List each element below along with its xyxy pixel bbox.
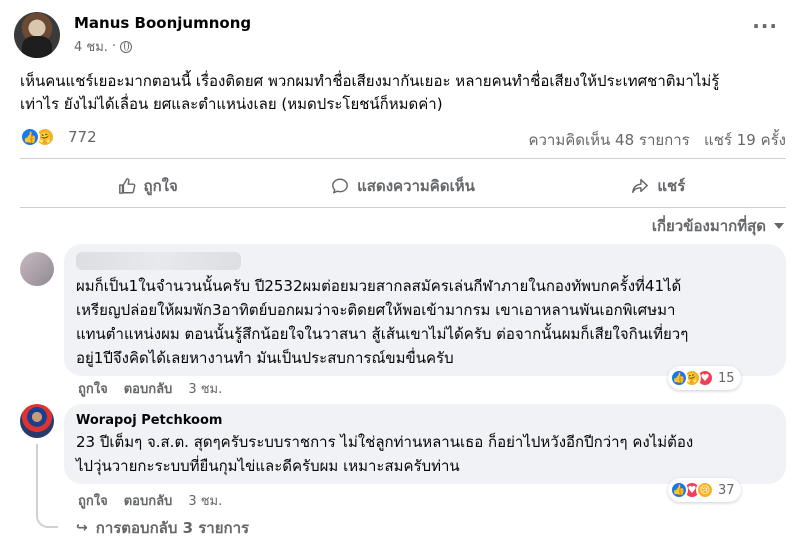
comment-sort-dropdown[interactable]: เกี่ยวข้องมากที่สุด [652,214,784,238]
share-button[interactable]: แชร์ [531,169,786,203]
comment-like-link[interactable]: ถูกใจ [78,490,108,511]
author-name[interactable]: Manus Boonjumnong [74,14,251,32]
commenter-name[interactable]: Worapoj Petchkoom [76,412,774,430]
author-avatar[interactable] [14,12,60,58]
commenter-avatar[interactable] [20,252,54,286]
comment-reaction-summary[interactable]: 👍 🤗 ♥ 15 [668,366,741,390]
comment-time[interactable]: 3 ชม. [188,378,222,399]
post-time[interactable]: 4 ชม. [74,36,108,57]
like-icon [118,178,135,194]
comment-reaction-summary[interactable]: 👍 ♥ 😢 37 [668,478,741,502]
reaction-icons[interactable]: 👍 🤗 [20,127,55,147]
comment-text-line: อยู่1ปีจึงคิดได้เลยหางานทำ มันเป็นประสบก… [76,349,454,367]
reaction-count[interactable]: 772 [68,128,97,146]
comment-text-line: แทนตำแหน่งผม ตอนนั้นรู้สึกน้อยใจในวาสนา … [76,325,689,343]
comments-shares: ความคิดเห็น 48 รายการ แชร์ 19 ครั้ง [528,128,786,152]
caret-down-icon [774,223,784,229]
view-replies-link[interactable]: ↪ การตอบกลับ 3 รายการ [76,516,249,538]
post-stats: 👍 🤗 772 ความคิดเห็น 48 รายการ แชร์ 19 คร… [20,124,786,150]
comment-text-line: เหรียญปล่อยให้ผมพัก3อาทิตย์บอกผมว่าจะติด… [76,301,676,319]
comment-text-line: ไปวุ่นวายกะระบบที่ยืนกุมไข่และดีครับผม เ… [76,457,460,475]
share-icon [632,178,649,194]
like-reaction-icon: 👍 [20,127,40,147]
comment-bubble: ผมก็เป็น1ในจำนวนนั้นครับ ปี2532ผมต่อยมวย… [64,244,786,376]
replies-label: การตอบกลับ 3 รายการ [95,519,250,537]
sort-label: เกี่ยวข้องมากที่สุด [651,217,766,235]
reply-thread-line [36,444,58,528]
sad-reaction-icon: 😢 [696,481,714,499]
comment-text-line: ผมก็เป็น1ในจำนวนนั้นครับ ปี2532ผมต่อยมวย… [76,277,682,295]
share-label: แชร์ [657,177,686,195]
post-meta: 4 ชม. · [74,36,133,57]
reply-arrow-icon: ↪ [76,520,88,536]
comment-text-line: 23 ปีเต็มๆ จ.ส.ต. สุดๆครับระบบราชการ ไม่… [76,433,694,451]
comment-reaction-count: 37 [718,482,735,498]
action-bar: ถูกใจ แสดงความคิดเห็น แชร์ [20,169,786,203]
comment-label: แสดงความคิดเห็น [357,177,475,195]
comment-button[interactable]: แสดงความคิดเห็น [275,169,530,203]
like-label: ถูกใจ [143,177,178,195]
commenter-avatar[interactable] [20,404,54,438]
comment-count[interactable]: ความคิดเห็น 48 รายการ [528,131,689,149]
comment-reply-link[interactable]: ตอบกลับ [124,378,173,399]
post-text: เห็นคนแชร์เยอะมากตอนนี้ เรื่องติดยศ พวกผ… [20,70,788,116]
comment-actions: ถูกใจ ตอบกลับ 3 ชม. [78,490,222,511]
comment-reply-link[interactable]: ตอบกลับ [124,490,173,511]
like-reaction-icon: 👍 [670,481,688,499]
more-icon[interactable]: ··· [752,16,778,36]
share-count[interactable]: แชร์ 19 ครั้ง [704,131,786,149]
divider [20,158,786,159]
comment-bubble: Worapoj Petchkoom 23 ปีเต็มๆ จ.ส.ต. สุดๆ… [64,404,786,484]
commenter-name-redacted[interactable] [76,252,241,270]
globe-icon [120,40,133,53]
comment-icon [332,178,349,194]
comment-actions: ถูกใจ ตอบกลับ 3 ชม. [78,378,222,399]
post-header: Manus Boonjumnong 4 ชม. · ··· [14,10,786,60]
like-reaction-icon: 👍 [670,369,688,387]
divider [20,207,786,208]
comment-time[interactable]: 3 ชม. [188,490,222,511]
post-text-line: เห็นคนแชร์เยอะมากตอนนี้ เรื่องติดยศ พวกผ… [20,72,720,90]
meta-separator: · [111,39,117,54]
comment-reaction-count: 15 [718,370,735,386]
like-button[interactable]: ถูกใจ [20,169,275,203]
comment-like-link[interactable]: ถูกใจ [78,378,108,399]
post-text-line: เท่าไร ยังไม่ได้เลื่อน ยศและตำแหน่งเลย (… [20,95,443,113]
